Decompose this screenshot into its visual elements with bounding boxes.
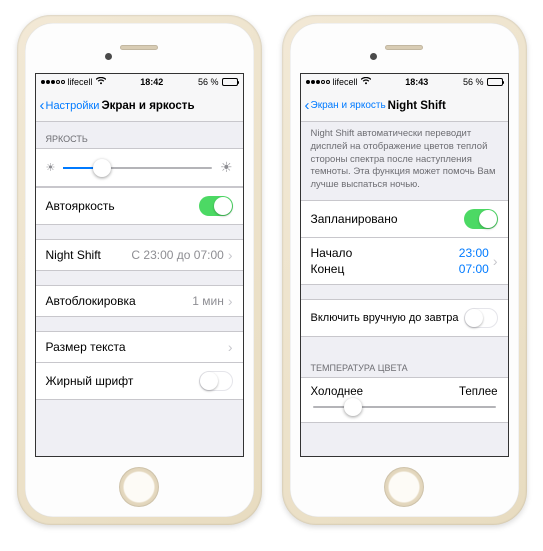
chevron-left-icon: ‹ (40, 98, 45, 113)
night-shift-label: Night Shift (46, 248, 101, 262)
clock: 18:43 (405, 77, 428, 87)
chevron-right-icon: › (228, 248, 233, 262)
battery-pct: 56 % (198, 77, 219, 87)
text-size-label: Размер текста (46, 340, 126, 354)
home-button[interactable] (384, 467, 424, 507)
battery-pct: 56 % (463, 77, 484, 87)
scheduled-label: Запланировано (311, 212, 398, 226)
signal-dots-icon (41, 80, 65, 84)
speaker-grill (120, 45, 158, 50)
phone-left: lifecell 18:42 56 % ‹ Настройки Экран и … (17, 15, 262, 525)
scheduled-switch[interactable] (464, 209, 498, 229)
clock: 18:42 (140, 77, 163, 87)
sensors (25, 23, 254, 71)
auto-brightness-label: Автояркость (46, 199, 115, 213)
home-button[interactable] (119, 467, 159, 507)
signal-dots-icon (306, 80, 330, 84)
back-label: Настройки (46, 100, 100, 112)
night-shift-detail: С 23:00 до 07:00 (131, 248, 223, 262)
brightness-slider-row: ☀︎ ☀︎ (36, 148, 243, 187)
manual-enable-row[interactable]: Включить вручную до завтра (301, 299, 508, 337)
wifi-icon (361, 77, 371, 87)
back-button[interactable]: ‹ Экран и яркость (305, 98, 386, 113)
text-size-row[interactable]: Размер текста › (36, 331, 243, 363)
carrier-label: lifecell (68, 77, 93, 87)
chevron-left-icon: ‹ (305, 98, 310, 113)
color-temp-slider[interactable] (313, 406, 496, 408)
end-label: Конец (311, 262, 353, 276)
bold-text-switch[interactable] (199, 371, 233, 391)
auto-brightness-row[interactable]: Автояркость (36, 187, 243, 225)
status-bar: lifecell 18:43 56 % (301, 74, 508, 90)
speaker-grill (385, 45, 423, 50)
chevron-right-icon: › (493, 254, 498, 268)
nav-bar: ‹ Экран и яркость Night Shift (301, 90, 508, 122)
nav-bar: ‹ Настройки Экран и яркость (36, 90, 243, 122)
page-title: Экран и яркость (101, 100, 194, 112)
screen: lifecell 18:43 56 % ‹ Экран и яркость Ni… (300, 73, 509, 457)
brightness-header: ЯРКОСТЬ (36, 122, 243, 148)
phone-body: lifecell 18:43 56 % ‹ Экран и яркость Ni… (290, 23, 519, 517)
night-shift-description: Night Shift автоматически переводит дисп… (301, 122, 508, 200)
temp-cold-label: Холоднее (311, 386, 364, 398)
battery-icon (487, 78, 503, 86)
back-label: Экран и яркость (311, 100, 386, 111)
wifi-icon (96, 77, 106, 87)
start-time: 23:00 (459, 246, 489, 260)
page-title: Night Shift (388, 100, 446, 112)
autolock-label: Автоблокировка (46, 294, 136, 308)
autolock-detail: 1 мин (192, 294, 224, 308)
carrier-label: lifecell (333, 77, 358, 87)
brightness-slider[interactable] (63, 167, 212, 169)
manual-enable-label: Включить вручную до завтра (311, 312, 459, 324)
front-camera (105, 53, 112, 60)
front-camera (370, 53, 377, 60)
schedule-times-row[interactable]: Начало Конец 23:00 07:00 › (301, 238, 508, 285)
temp-warm-label: Теплее (459, 386, 498, 398)
scheduled-row[interactable]: Запланировано (301, 200, 508, 238)
autolock-row[interactable]: Автоблокировка 1 мин › (36, 285, 243, 317)
battery-icon (222, 78, 238, 86)
color-temp-header: ТЕМПЕРАТУРА ЦВЕТА (301, 351, 508, 377)
phone-right: lifecell 18:43 56 % ‹ Экран и яркость Ni… (282, 15, 527, 525)
sensors (290, 23, 519, 71)
status-bar: lifecell 18:42 56 % (36, 74, 243, 90)
color-temp-row: Холоднее Теплее (301, 377, 508, 423)
auto-brightness-switch[interactable] (199, 196, 233, 216)
end-time: 07:00 (459, 262, 489, 276)
night-shift-row[interactable]: Night Shift С 23:00 до 07:00 › (36, 239, 243, 271)
bold-text-row[interactable]: Жирный шрифт (36, 363, 243, 400)
back-button[interactable]: ‹ Настройки (40, 98, 100, 113)
chevron-right-icon: › (228, 340, 233, 354)
screen: lifecell 18:42 56 % ‹ Настройки Экран и … (35, 73, 244, 457)
sun-large-icon: ☀︎ (220, 159, 233, 176)
start-label: Начало (311, 246, 353, 260)
bold-text-label: Жирный шрифт (46, 374, 134, 388)
chevron-right-icon: › (228, 294, 233, 308)
phone-body: lifecell 18:42 56 % ‹ Настройки Экран и … (25, 23, 254, 517)
manual-enable-switch[interactable] (464, 308, 498, 328)
sun-small-icon: ☀︎ (46, 161, 56, 174)
